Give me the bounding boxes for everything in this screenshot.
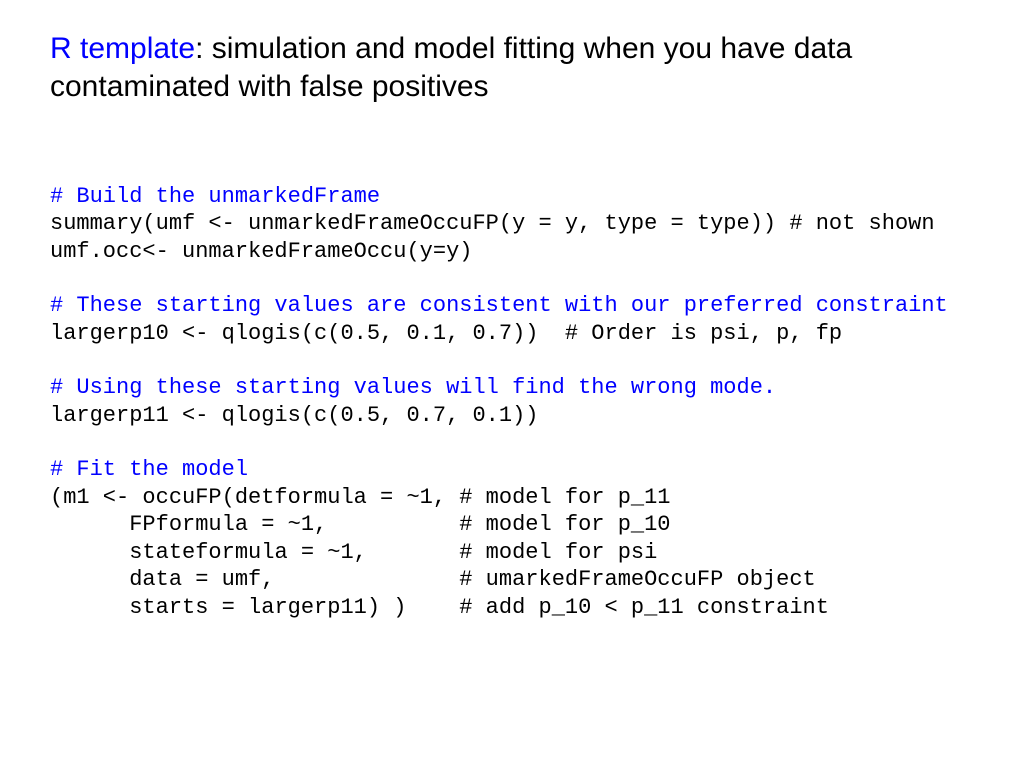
code-line: umf.occ<- unmarkedFrameOccu(y=y) xyxy=(50,239,472,264)
code-line: summary(umf <- unmarkedFrameOccuFP(y = y… xyxy=(50,211,935,236)
slide-content: R template: simulation and model fitting… xyxy=(0,0,1024,651)
code-line: FPformula = ~1, # model for p_10 xyxy=(50,512,671,537)
blank-line xyxy=(50,347,974,374)
code-line: largerp11 <- qlogis(c(0.5, 0.7, 0.1)) xyxy=(50,403,538,428)
blank-line xyxy=(50,429,974,456)
code-comment: # These starting values are consistent w… xyxy=(50,293,948,318)
code-comment: # Build the unmarkedFrame xyxy=(50,184,380,209)
code-line: stateformula = ~1, # model for psi xyxy=(50,540,657,565)
blank-line xyxy=(50,265,974,292)
code-line: starts = largerp11) ) # add p_10 < p_11 … xyxy=(50,595,829,620)
code-comment: # Fit the model xyxy=(50,457,248,482)
code-line: (m1 <- occuFP(detformula = ~1, # model f… xyxy=(50,485,671,510)
slide-title: R template: simulation and model fitting… xyxy=(50,30,974,105)
code-block: # Build the unmarkedFrame summary(umf <-… xyxy=(50,155,974,621)
code-line: largerp10 <- qlogis(c(0.5, 0.1, 0.7)) # … xyxy=(50,321,842,346)
code-line: data = umf, # umarkedFrameOccuFP object xyxy=(50,567,816,592)
code-comment: # Using these starting values will find … xyxy=(50,375,776,400)
title-highlight: R template xyxy=(50,32,195,65)
